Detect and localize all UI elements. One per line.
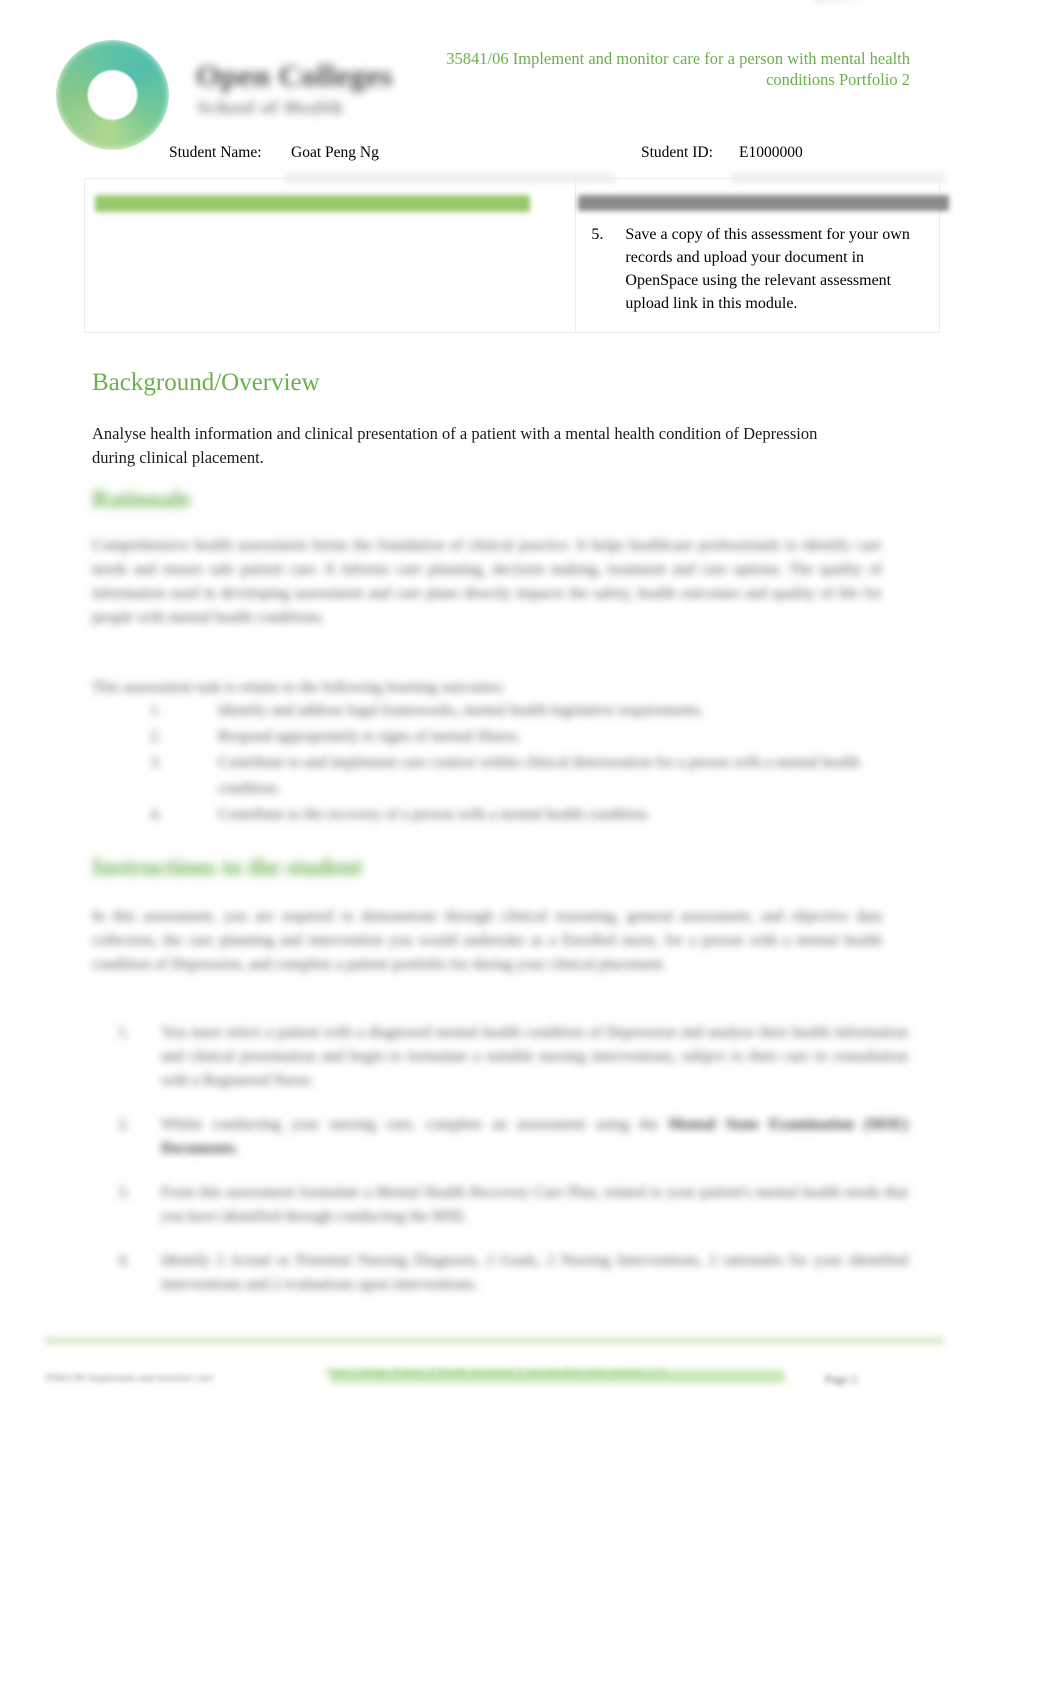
- list-item-marker: 3.: [150, 754, 162, 771]
- list-item-marker: 4.: [118, 1252, 130, 1269]
- student-id-label: Student ID:: [641, 144, 713, 161]
- list-item-text-tail: .: [235, 1140, 239, 1157]
- instructions-ordered-list: 1. You must select a patient with a diag…: [118, 1021, 908, 1317]
- list-item: 1. Identify and address legal frameworks…: [150, 698, 910, 724]
- list-item: 2. Respond appropriately to signs of men…: [150, 724, 910, 750]
- instructions-intro-paragraph: In this assessment, you are required to …: [92, 908, 882, 973]
- list-item-text: Identify 2 Actual or Potential Nursing D…: [161, 1252, 908, 1293]
- list-item: 3. From this assessment formulate a Ment…: [118, 1181, 908, 1229]
- student-id-value[interactable]: E1000000: [739, 144, 803, 162]
- footer-left-text: 35841/06 Implement and monitor care: [44, 1372, 214, 1384]
- rationale-paragraph-1: Comprehensive health assessment forms th…: [92, 537, 882, 626]
- footer-center-text: Open Colleges School of Health document …: [325, 1366, 665, 1378]
- list-item: 2. Whilst conducting your nursing care, …: [118, 1113, 908, 1161]
- background-heading: Background/Overview: [92, 369, 320, 396]
- instruction-table: 5. Save a copy of this assessment for yo…: [84, 178, 950, 333]
- list-item-marker: 1.: [118, 1024, 130, 1041]
- instruction-item-text: Save a copy of this assessment for your …: [625, 226, 910, 312]
- list-item-marker: 2.: [150, 728, 162, 745]
- list-item-marker: 3.: [118, 1184, 130, 1201]
- student-name-value[interactable]: Goat Peng Ng: [291, 144, 379, 162]
- list-item-marker: 1.: [150, 702, 162, 719]
- list-item-text-composite: Whilst conducting your nursing care, com…: [161, 1113, 908, 1161]
- footer-page-number: Page 2: [824, 1372, 858, 1386]
- document-title: 35841/06 Implement and monitor care for …: [446, 49, 910, 89]
- rationale-paragraph-2: This assessment task is relates to the f…: [92, 679, 505, 696]
- document-header: Open Colleges School of Health 35841/06 …: [0, 0, 1062, 150]
- left-cell-header-bar: [95, 195, 530, 212]
- list-item-text: Contribute to the recovery of a person w…: [218, 806, 651, 823]
- instruction-item: 5. Save a copy of this assessment for yo…: [591, 223, 921, 315]
- background-paragraph: Analyse health information and clinical …: [92, 424, 818, 467]
- brand-sub-wordmark: School of Health: [198, 98, 344, 117]
- ring-logo-icon: [56, 40, 169, 150]
- instruction-table-right-cell: 5. Save a copy of this assessment for yo…: [576, 179, 950, 332]
- list-item-text: Identify and address legal frameworks, m…: [218, 702, 704, 719]
- list-item-marker: 2.: [118, 1116, 130, 1133]
- rationale-heading: Rationale: [92, 487, 191, 513]
- list-item-text: Whilst conducting your nursing care, com…: [161, 1116, 669, 1133]
- instructions-heading: Instructions to the student: [92, 855, 363, 881]
- brand-wordmark: Open Colleges: [196, 58, 393, 93]
- rationale-learning-outcomes-list: 1. Identify and address legal frameworks…: [150, 698, 910, 828]
- list-item: 1. You must select a patient with a diag…: [118, 1021, 908, 1093]
- student-name-label: Student Name:: [169, 144, 262, 161]
- list-item: 4. Contribute to the recovery of a perso…: [150, 802, 910, 828]
- document-page: Open Colleges School of Health 35841/06 …: [0, 0, 1062, 1691]
- list-item: 4. Identify 2 Actual or Potential Nursin…: [118, 1249, 908, 1297]
- list-item-text: From this assessment formulate a Mental …: [161, 1184, 908, 1225]
- instruction-item-number: 5.: [591, 226, 604, 243]
- list-item-text: Contribute to and implement care context…: [218, 754, 860, 797]
- list-item-marker: 4.: [150, 806, 162, 823]
- right-cell-header-bar: [578, 195, 950, 211]
- list-item-text: Respond appropriately to signs of mental…: [218, 728, 521, 745]
- instruction-table-left-cell: [85, 179, 577, 332]
- footer-divider: [44, 1337, 944, 1344]
- brand-logo: Open Colleges School of Health: [48, 36, 392, 150]
- list-item: 3. Contribute to and implement care cont…: [150, 750, 910, 802]
- list-item-text: You must select a patient with a diagnos…: [161, 1024, 908, 1089]
- student-info-row: Student Name: Goat Peng Ng Student ID: E…: [0, 144, 1062, 172]
